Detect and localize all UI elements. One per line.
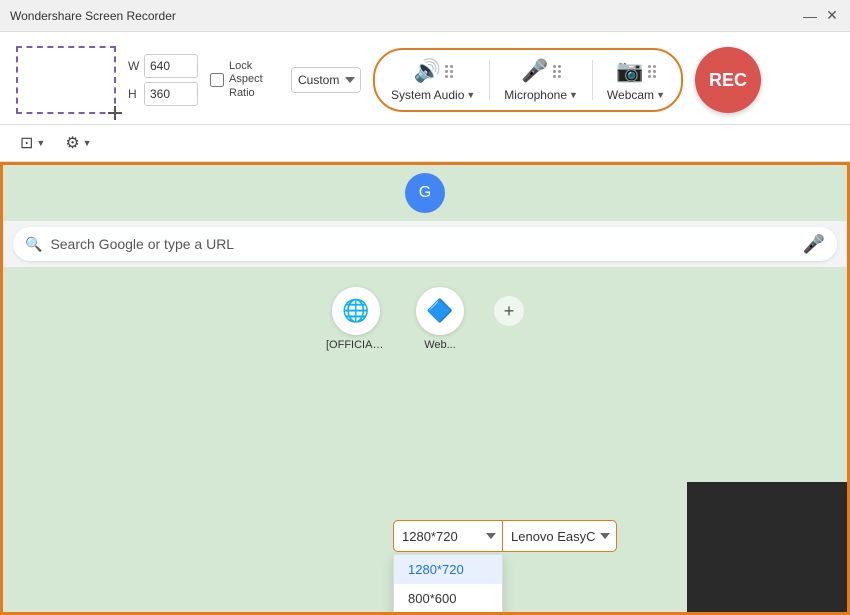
- speaker-dots: [445, 65, 453, 78]
- resolution-dropdown-container: 1280*720 800*600 640*480 320*240 160*120…: [393, 520, 617, 552]
- rec-button[interactable]: REC: [695, 47, 761, 113]
- preview-box: [16, 46, 116, 114]
- webcam-item: 📷 Webcam ▼: [607, 58, 665, 102]
- webcam-icon: 📷: [616, 58, 643, 84]
- lock-aspect-label: Lock Aspect Ratio: [229, 60, 279, 100]
- microphone-dropdown[interactable]: Microphone ▼: [504, 88, 578, 102]
- settings-button[interactable]: ⚙ ▼: [61, 131, 95, 155]
- titlebar: Wondershare Screen Recorder — ✕: [0, 0, 850, 32]
- newtab-icon-2[interactable]: 🔷: [416, 287, 464, 335]
- newtab-icon-1[interactable]: 🌐: [332, 287, 380, 335]
- mic-dots: [553, 65, 561, 78]
- av-divider-2: [592, 60, 593, 100]
- resolution-option-800[interactable]: 800*600: [394, 584, 502, 613]
- resolution-selector: 1280*720 800*600 640*480 320*240 160*120…: [393, 520, 617, 552]
- system-audio-label: System Audio: [391, 88, 464, 102]
- system-audio-dropdown[interactable]: System Audio ▼: [391, 88, 475, 102]
- camera-select[interactable]: Lenovo EasyC: [503, 520, 617, 552]
- capture-mode-button[interactable]: ⊡ ▼: [16, 131, 49, 155]
- minimize-button[interactable]: —: [802, 8, 818, 24]
- webcam-dropdown[interactable]: Webcam ▼: [607, 88, 665, 102]
- system-audio-item: 🔊 System Audio ▼: [391, 58, 475, 102]
- speaker-icon: 🔊: [413, 58, 440, 84]
- microphone-arrow: ▼: [569, 90, 578, 100]
- settings-arrow: ▼: [83, 138, 92, 148]
- newtab-label-2: Web...: [424, 339, 456, 351]
- browser-area: G 🔍 Search Google or type a URL 🎤 🌐 [OFF…: [0, 162, 850, 615]
- width-input[interactable]: [144, 54, 198, 78]
- newtab-label-1: [OFFICIAL] W...: [326, 339, 386, 351]
- height-label: H: [128, 87, 140, 101]
- settings-icon: ⚙: [65, 133, 79, 153]
- crosshair-icon: [108, 106, 122, 120]
- webcam-arrow: ▼: [656, 90, 665, 100]
- search-text: Search Google or type a URL: [50, 236, 794, 252]
- recorder-panel: W H Lock Aspect Ratio Custom 🔊: [0, 32, 850, 125]
- search-icon: 🔍: [25, 236, 42, 253]
- bottom-toolbar: ⊡ ▼ ⚙ ▼: [0, 125, 850, 162]
- system-audio-arrow: ▼: [466, 90, 475, 100]
- resolution-select[interactable]: 1280*720 800*600 640*480 320*240 160*120: [393, 520, 503, 552]
- microphone-label: Microphone: [504, 88, 567, 102]
- lock-ratio-control: Lock Aspect Ratio: [210, 60, 279, 100]
- resolution-option-1280[interactable]: 1280*720: [394, 555, 502, 584]
- height-input[interactable]: [144, 82, 198, 106]
- custom-dropdown-area: Custom: [291, 67, 361, 93]
- newtab-icons: 🌐 [OFFICIAL] W... 🔷 Web... +: [306, 267, 544, 371]
- newtab-item-2: 🔷 Web...: [416, 287, 464, 351]
- dimension-inputs: W H: [128, 54, 198, 106]
- microphone-icon: 🎤: [521, 58, 548, 84]
- av-controls: 🔊 System Audio ▼ 🎤: [373, 48, 683, 112]
- mic-icon: 🎤: [803, 234, 825, 255]
- capture-icon: ⊡: [20, 133, 33, 153]
- search-bar[interactable]: 🔍 Search Google or type a URL 🎤: [13, 227, 837, 261]
- custom-select[interactable]: Custom: [291, 67, 361, 93]
- close-button[interactable]: ✕: [824, 8, 840, 24]
- lock-aspect-checkbox[interactable]: [210, 73, 224, 87]
- add-shortcut-button[interactable]: +: [494, 296, 524, 326]
- google-logo: G: [405, 173, 445, 213]
- newtab-item-1: 🌐 [OFFICIAL] W...: [326, 287, 386, 351]
- width-label: W: [128, 59, 140, 73]
- window-controls: — ✕: [802, 8, 840, 24]
- dark-area: [687, 482, 847, 612]
- av-divider-1: [489, 60, 490, 100]
- microphone-item: 🎤 Microphone ▼: [504, 58, 578, 102]
- webcam-label: Webcam: [607, 88, 654, 102]
- browser-top: 🔍 Search Google or type a URL 🎤: [3, 221, 847, 267]
- webcam-dots: [648, 65, 656, 78]
- app-title: Wondershare Screen Recorder: [10, 9, 802, 23]
- capture-arrow: ▼: [36, 138, 45, 148]
- resolution-menu: 1280*720 800*600 640*480 320*240 160*120: [393, 554, 503, 615]
